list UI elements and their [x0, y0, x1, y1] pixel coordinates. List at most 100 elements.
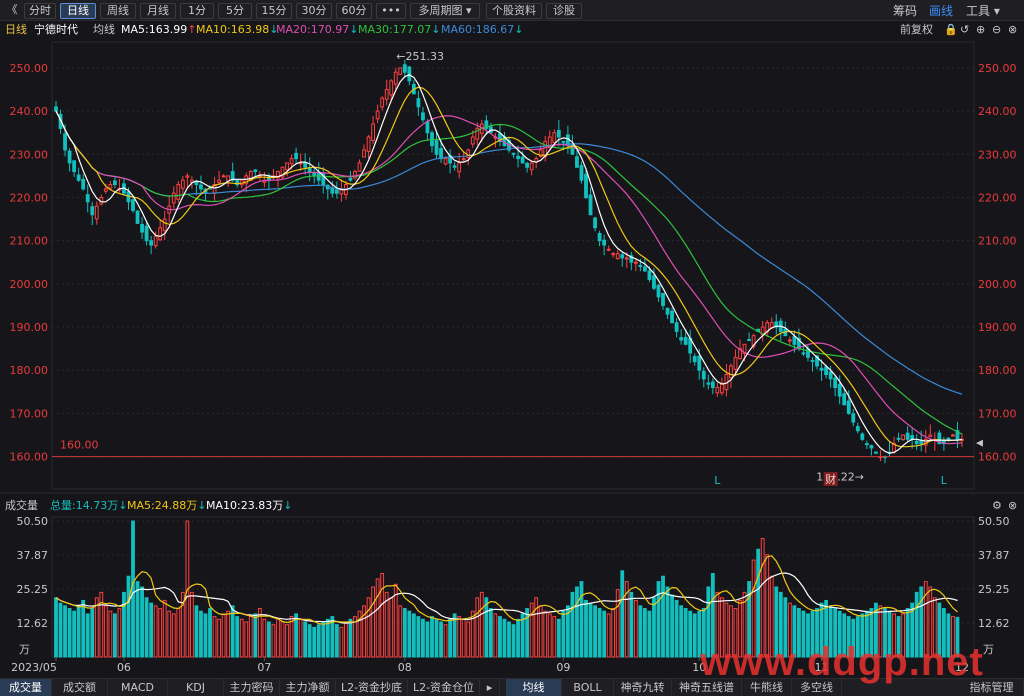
price-axis-label-right: 240.00: [978, 105, 1017, 118]
volume-bar: [629, 591, 634, 658]
candle-body: [362, 149, 366, 158]
candle-body: [366, 136, 371, 152]
volume-bar: [239, 618, 244, 658]
volume-bar: [493, 613, 498, 658]
tab-main-code[interactable]: 主力密码: [224, 679, 280, 696]
candle-body: [665, 307, 670, 315]
volume-bar: [140, 586, 144, 658]
price-axis-label-left: 240.00: [10, 105, 49, 118]
tab-turnover[interactable]: 成交额: [52, 679, 108, 696]
candle-body: [380, 97, 385, 108]
volume-bar: [72, 610, 77, 658]
candle-body: [398, 67, 403, 75]
volume-bar: [547, 613, 552, 658]
candle-body: [670, 310, 674, 324]
tab-scroll-right-icon[interactable]: ▸: [480, 679, 500, 696]
volume-bar: [575, 586, 579, 658]
candle-body: [615, 253, 620, 260]
volume-bar: [298, 618, 303, 658]
tab-main-net[interactable]: 主力净额: [280, 679, 336, 696]
l-marker: L: [941, 474, 948, 487]
volume-bar: [597, 608, 602, 658]
ma20-line: [55, 110, 963, 445]
volume-bar: [135, 581, 140, 658]
volume-bar: [208, 608, 212, 658]
volume-bar: [615, 589, 620, 658]
candle-body: [928, 434, 933, 438]
volume-bar: [171, 613, 176, 658]
volume-bar: [620, 570, 625, 658]
candle-body: [715, 387, 720, 394]
candle-body: [348, 177, 353, 181]
price-axis-label-left: 160.00: [10, 451, 49, 464]
volume-bar: [475, 597, 480, 658]
volume-bar: [525, 608, 530, 658]
volume-axis-label-left: 12.62: [17, 617, 49, 630]
high-price-annotation: ←251.33: [396, 50, 444, 63]
volume-bar: [425, 621, 430, 658]
tab-boll[interactable]: BOLL: [562, 679, 614, 696]
volume-bar: [149, 602, 154, 658]
x-axis-label: 09: [556, 661, 570, 674]
candle-body: [652, 275, 656, 289]
volume-axis-label-right: 12.62: [978, 617, 1010, 630]
volume-bar: [430, 616, 434, 658]
volume-bar: [552, 616, 557, 658]
volume-bar: [679, 605, 684, 658]
candle-body: [384, 89, 389, 100]
volume-bar: [507, 621, 511, 658]
candle-body: [914, 440, 919, 445]
tab-kdj[interactable]: KDJ: [168, 679, 224, 696]
volume-bar: [203, 613, 208, 658]
volume-bar: [108, 610, 113, 658]
volume-axis-label-right: 37.87: [978, 549, 1010, 562]
tab-magic-nine[interactable]: 神奇九转: [614, 679, 672, 696]
candle-body: [149, 240, 154, 246]
volume-bar: [457, 616, 462, 658]
candle-body: [421, 112, 425, 121]
volume-bar: [94, 597, 99, 658]
candle-body: [824, 366, 829, 376]
candle-body: [828, 371, 833, 380]
volume-bar: [212, 616, 217, 658]
candle-body: [140, 224, 144, 233]
x-axis-label: 07: [257, 661, 271, 674]
candle-body: [620, 254, 625, 259]
volume-bar: [502, 618, 507, 658]
candle-body: [253, 169, 258, 173]
tab-macd[interactable]: MACD: [108, 679, 168, 696]
volume-bar: [584, 599, 588, 658]
volume-bar: [162, 599, 167, 658]
volume-bar: [167, 610, 172, 658]
tab-ma[interactable]: 均线: [506, 679, 562, 696]
kline-chart[interactable]: 250.00 250.00 240.00 240.00 230.00 230.00 220.…: [0, 0, 1024, 678]
price-axis-label-left: 250.00: [10, 62, 49, 75]
volume-bar: [665, 586, 670, 658]
volume-bar: [692, 613, 697, 658]
candle-body: [402, 64, 407, 73]
candle-body: [153, 235, 158, 247]
tab-l2-position[interactable]: L2-资金仓位: [408, 679, 480, 696]
candle-body: [810, 360, 815, 363]
candle-body: [801, 352, 806, 355]
candle-body: [457, 162, 462, 173]
volume-bar: [389, 597, 394, 658]
candle-body: [633, 261, 638, 264]
x-axis-label: 08: [398, 661, 412, 674]
price-axis-label-left: 200.00: [10, 278, 49, 291]
candle-body: [63, 133, 67, 151]
volume-bar: [63, 605, 67, 658]
tab-l2-bottom[interactable]: L2-资金抄底: [336, 679, 408, 696]
price-axis-label-left: 230.00: [10, 148, 49, 161]
candle-body: [443, 158, 448, 165]
candle-body: [951, 434, 955, 437]
volume-bar: [688, 610, 693, 658]
volume-bar: [103, 605, 108, 658]
candle-body: [407, 66, 412, 82]
volume-bar: [280, 621, 285, 658]
candle-body: [525, 162, 530, 168]
volume-bar: [579, 581, 584, 658]
tab-volume[interactable]: 成交量: [0, 679, 52, 696]
volume-bar: [375, 578, 380, 658]
volume-bar: [366, 597, 371, 658]
